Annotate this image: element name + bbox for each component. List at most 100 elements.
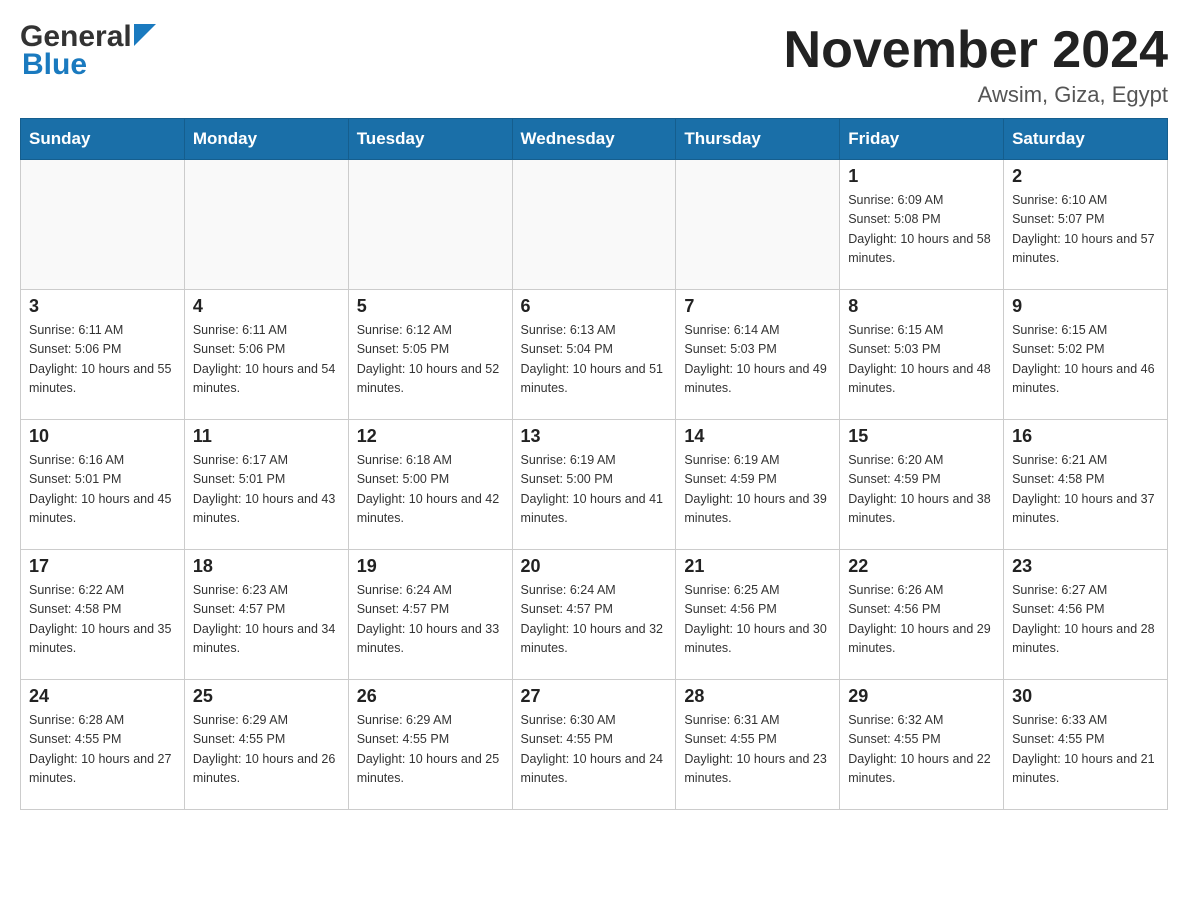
- day-number: 3: [29, 296, 176, 317]
- weekday-header-row: SundayMondayTuesdayWednesdayThursdayFrid…: [21, 119, 1168, 160]
- location-subtitle: Awsim, Giza, Egypt: [784, 82, 1168, 108]
- day-number: 28: [684, 686, 831, 707]
- day-sun-info: Sunrise: 6:24 AMSunset: 4:57 PMDaylight:…: [357, 581, 504, 659]
- day-number: 21: [684, 556, 831, 577]
- day-sun-info: Sunrise: 6:21 AMSunset: 4:58 PMDaylight:…: [1012, 451, 1159, 529]
- calendar-cell: 2 Sunrise: 6:10 AMSunset: 5:07 PMDaylight…: [1004, 160, 1168, 290]
- day-number: 5: [357, 296, 504, 317]
- day-sun-info: Sunrise: 6:29 AMSunset: 4:55 PMDaylight:…: [357, 711, 504, 789]
- day-number: 23: [1012, 556, 1159, 577]
- day-number: 27: [521, 686, 668, 707]
- calendar-cell: 11 Sunrise: 6:17 AMSunset: 5:01 PMDayligh…: [184, 420, 348, 550]
- week-row-1: 1 Sunrise: 6:09 AMSunset: 5:08 PMDaylight…: [21, 160, 1168, 290]
- day-number: 2: [1012, 166, 1159, 187]
- week-row-2: 3 Sunrise: 6:11 AMSunset: 5:06 PMDaylight…: [21, 290, 1168, 420]
- day-number: 7: [684, 296, 831, 317]
- calendar-cell: 5Sunrise: 6:12 AMSunset: 5:05 PMDaylight…: [348, 290, 512, 420]
- day-sun-info: Sunrise: 6:11 AMSunset: 5:06 PMDaylight:…: [193, 321, 340, 399]
- day-number: 25: [193, 686, 340, 707]
- calendar-cell: 9 Sunrise: 6:15 AMSunset: 5:02 PMDaylight…: [1004, 290, 1168, 420]
- calendar-table: SundayMondayTuesdayWednesdayThursdayFrid…: [20, 118, 1168, 810]
- day-sun-info: Sunrise: 6:17 AMSunset: 5:01 PMDaylight:…: [193, 451, 340, 529]
- calendar-cell: [184, 160, 348, 290]
- weekday-header-monday: Monday: [184, 119, 348, 160]
- day-number: 11: [193, 426, 340, 447]
- calendar-cell: 29 Sunrise: 6:32 AMSunset: 4:55 PMDayligh…: [840, 680, 1004, 810]
- logo-arrow-icon: [134, 24, 156, 46]
- calendar-cell: 13 Sunrise: 6:19 AMSunset: 5:00 PMDayligh…: [512, 420, 676, 550]
- calendar-cell: 16 Sunrise: 6:21 AMSunset: 4:58 PMDayligh…: [1004, 420, 1168, 550]
- day-sun-info: Sunrise: 6:16 AMSunset: 5:01 PMDaylight:…: [29, 451, 176, 529]
- calendar-cell: 24 Sunrise: 6:28 AMSunset: 4:55 PMDayligh…: [21, 680, 185, 810]
- day-sun-info: Sunrise: 6:27 AMSunset: 4:56 PMDaylight:…: [1012, 581, 1159, 659]
- day-number: 17: [29, 556, 176, 577]
- day-sun-info: Sunrise: 6:18 AMSunset: 5:00 PMDaylight:…: [357, 451, 504, 529]
- calendar-cell: 26 Sunrise: 6:29 AMSunset: 4:55 PMDayligh…: [348, 680, 512, 810]
- day-sun-info: Sunrise: 6:22 AMSunset: 4:58 PMDaylight:…: [29, 581, 176, 659]
- day-number: 20: [521, 556, 668, 577]
- weekday-header-saturday: Saturday: [1004, 119, 1168, 160]
- calendar-cell: [348, 160, 512, 290]
- day-number: 19: [357, 556, 504, 577]
- calendar-cell: 25 Sunrise: 6:29 AMSunset: 4:55 PMDayligh…: [184, 680, 348, 810]
- day-sun-info: Sunrise: 6:19 AMSunset: 5:00 PMDaylight:…: [521, 451, 668, 529]
- calendar-cell: 18Sunrise: 6:23 AMSunset: 4:57 PMDayligh…: [184, 550, 348, 680]
- day-number: 14: [684, 426, 831, 447]
- calendar-cell: 22 Sunrise: 6:26 AMSunset: 4:56 PMDayligh…: [840, 550, 1004, 680]
- weekday-header-wednesday: Wednesday: [512, 119, 676, 160]
- calendar-cell: 4 Sunrise: 6:11 AMSunset: 5:06 PMDaylight…: [184, 290, 348, 420]
- day-number: 4: [193, 296, 340, 317]
- day-number: 1: [848, 166, 995, 187]
- weekday-header-thursday: Thursday: [676, 119, 840, 160]
- weekday-header-sunday: Sunday: [21, 119, 185, 160]
- day-number: 22: [848, 556, 995, 577]
- page-header: General Blue November 2024 Awsim, Giza, …: [20, 20, 1168, 108]
- day-number: 9: [1012, 296, 1159, 317]
- calendar-cell: 14 Sunrise: 6:19 AMSunset: 4:59 PMDayligh…: [676, 420, 840, 550]
- logo: General Blue: [20, 20, 156, 82]
- day-number: 24: [29, 686, 176, 707]
- day-sun-info: Sunrise: 6:31 AMSunset: 4:55 PMDaylight:…: [684, 711, 831, 789]
- calendar-cell: 28 Sunrise: 6:31 AMSunset: 4:55 PMDayligh…: [676, 680, 840, 810]
- logo-blue-text: Blue: [22, 48, 87, 82]
- calendar-cell: 10Sunrise: 6:16 AMSunset: 5:01 PMDayligh…: [21, 420, 185, 550]
- calendar-cell: [676, 160, 840, 290]
- weekday-header-friday: Friday: [840, 119, 1004, 160]
- calendar-cell: [512, 160, 676, 290]
- day-sun-info: Sunrise: 6:25 AMSunset: 4:56 PMDaylight:…: [684, 581, 831, 659]
- day-sun-info: Sunrise: 6:29 AMSunset: 4:55 PMDaylight:…: [193, 711, 340, 789]
- day-sun-info: Sunrise: 6:28 AMSunset: 4:55 PMDaylight:…: [29, 711, 176, 789]
- day-sun-info: Sunrise: 6:30 AMSunset: 4:55 PMDaylight:…: [521, 711, 668, 789]
- calendar-cell: 30 Sunrise: 6:33 AMSunset: 4:55 PMDayligh…: [1004, 680, 1168, 810]
- day-number: 18: [193, 556, 340, 577]
- day-sun-info: Sunrise: 6:20 AMSunset: 4:59 PMDaylight:…: [848, 451, 995, 529]
- calendar-cell: 20 Sunrise: 6:24 AMSunset: 4:57 PMDayligh…: [512, 550, 676, 680]
- day-sun-info: Sunrise: 6:26 AMSunset: 4:56 PMDaylight:…: [848, 581, 995, 659]
- day-sun-info: Sunrise: 6:15 AMSunset: 5:02 PMDaylight:…: [1012, 321, 1159, 399]
- calendar-cell: 17 Sunrise: 6:22 AMSunset: 4:58 PMDayligh…: [21, 550, 185, 680]
- day-sun-info: Sunrise: 6:19 AMSunset: 4:59 PMDaylight:…: [684, 451, 831, 529]
- day-number: 12: [357, 426, 504, 447]
- calendar-cell: 3Sunrise: 6:11 AMSunset: 5:06 PMDaylight…: [21, 290, 185, 420]
- calendar-cell: 12 Sunrise: 6:18 AMSunset: 5:00 PMDayligh…: [348, 420, 512, 550]
- week-row-4: 17 Sunrise: 6:22 AMSunset: 4:58 PMDayligh…: [21, 550, 1168, 680]
- calendar-cell: 1 Sunrise: 6:09 AMSunset: 5:08 PMDaylight…: [840, 160, 1004, 290]
- calendar-cell: 6Sunrise: 6:13 AMSunset: 5:04 PMDaylight…: [512, 290, 676, 420]
- month-title: November 2024: [784, 20, 1168, 80]
- day-sun-info: Sunrise: 6:33 AMSunset: 4:55 PMDaylight:…: [1012, 711, 1159, 789]
- day-sun-info: Sunrise: 6:32 AMSunset: 4:55 PMDaylight:…: [848, 711, 995, 789]
- day-number: 13: [521, 426, 668, 447]
- day-number: 29: [848, 686, 995, 707]
- calendar-cell: [21, 160, 185, 290]
- calendar-cell: 15Sunrise: 6:20 AMSunset: 4:59 PMDayligh…: [840, 420, 1004, 550]
- day-number: 16: [1012, 426, 1159, 447]
- day-sun-info: Sunrise: 6:10 AMSunset: 5:07 PMDaylight:…: [1012, 191, 1159, 269]
- day-number: 8: [848, 296, 995, 317]
- day-sun-info: Sunrise: 6:13 AMSunset: 5:04 PMDaylight:…: [521, 321, 668, 399]
- day-sun-info: Sunrise: 6:24 AMSunset: 4:57 PMDaylight:…: [521, 581, 668, 659]
- day-number: 26: [357, 686, 504, 707]
- day-sun-info: Sunrise: 6:09 AMSunset: 5:08 PMDaylight:…: [848, 191, 995, 269]
- calendar-cell: 27 Sunrise: 6:30 AMSunset: 4:55 PMDayligh…: [512, 680, 676, 810]
- day-number: 30: [1012, 686, 1159, 707]
- weekday-header-tuesday: Tuesday: [348, 119, 512, 160]
